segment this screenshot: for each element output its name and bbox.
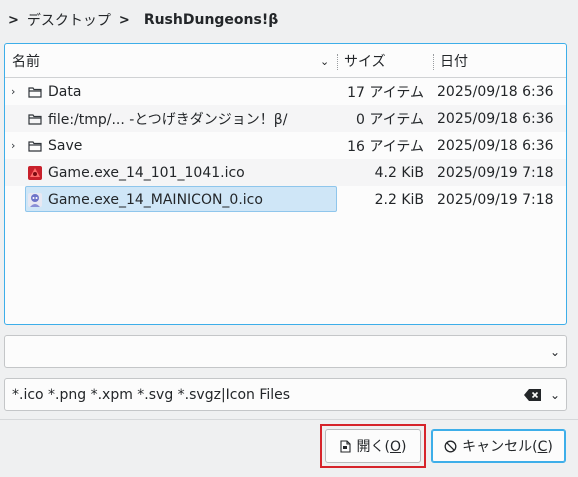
column-divider[interactable]: [433, 54, 434, 70]
breadcrumb-item-desktop[interactable]: デスクトップ: [27, 10, 111, 30]
file-row-save[interactable]: › Save 16 アイテム 2025/09/18 6:36: [5, 132, 566, 159]
column-header-size[interactable]: サイズ: [344, 44, 386, 78]
file-name: Save: [48, 137, 83, 154]
column-header-date[interactable]: 日付: [440, 44, 468, 78]
chevron-down-icon[interactable]: ⌄: [550, 379, 560, 410]
file-row-mainicon[interactable]: Game.exe_14_MAINICON_0.ico 2.2 KiB 2025/…: [5, 186, 566, 213]
file-list-header: 名前 ⌄ サイズ 日付: [5, 44, 566, 78]
breadcrumb-separator-icon: >: [118, 12, 130, 28]
sort-chevron-down-icon[interactable]: ⌄: [320, 44, 329, 78]
document-open-icon: [339, 439, 352, 453]
file-size: 17 アイテム: [347, 84, 424, 101]
file-name: Data: [48, 83, 82, 100]
file-type-filter[interactable]: *.ico *.png *.xpm *.svg *.svgz|Icon File…: [4, 378, 567, 411]
file-date: 2025/09/19 7:18: [437, 164, 554, 181]
file-row-ico-101[interactable]: Game.exe_14_101_1041.ico 4.2 KiB 2025/09…: [5, 159, 566, 186]
open-button[interactable]: 開く(O): [325, 429, 421, 463]
file-size: 2.2 KiB: [374, 191, 424, 208]
red-ico-image-icon: [27, 159, 43, 186]
file-size: 4.2 KiB: [374, 164, 424, 181]
file-date: 2025/09/19 7:18: [437, 191, 554, 208]
divider: [0, 419, 578, 420]
open-button-label: 開く(O): [356, 439, 407, 455]
column-header-name[interactable]: 名前: [12, 44, 40, 78]
file-date: 2025/09/18 6:36: [437, 110, 554, 127]
expand-chevron-icon[interactable]: ›: [11, 132, 15, 159]
column-divider[interactable]: [337, 54, 338, 70]
cancel-button[interactable]: キャンセル(C): [431, 429, 566, 463]
file-list[interactable]: 名前 ⌄ サイズ 日付 › Data 17 アイテム 2025/09/18 6:…: [4, 43, 567, 325]
file-date: 2025/09/18 6:36: [437, 137, 554, 154]
file-name: Game.exe_14_101_1041.ico: [48, 164, 245, 181]
folder-icon: [27, 78, 43, 105]
breadcrumb: > デスクトップ > RushDungeons!β: [0, 0, 578, 40]
folder-icon: [27, 105, 43, 132]
cancel-icon: [444, 440, 457, 453]
filter-input[interactable]: *.ico *.png *.xpm *.svg *.svgz|Icon File…: [12, 379, 290, 410]
chevron-down-icon[interactable]: ⌄: [550, 336, 560, 367]
file-size: 16 アイテム: [347, 138, 424, 155]
file-row-tmp-link[interactable]: file:/tmp/... -とつげきダンジョン！β/ 0 アイテム 2025/…: [5, 105, 566, 132]
expand-chevron-icon[interactable]: ›: [11, 78, 15, 105]
file-row-data[interactable]: › Data 17 アイテム 2025/09/18 6:36: [5, 78, 566, 105]
location-combobox[interactable]: ⌄: [4, 335, 567, 368]
file-date: 2025/09/18 6:36: [437, 83, 554, 100]
file-size: 0 アイテム: [356, 111, 424, 128]
folder-icon: [27, 132, 43, 159]
breadcrumb-expand-icon[interactable]: >: [8, 13, 19, 28]
breadcrumb-item-current[interactable]: RushDungeons!β: [144, 12, 278, 28]
file-name: Game.exe_14_MAINICON_0.ico: [48, 191, 263, 208]
cancel-button-label: キャンセル(C): [462, 439, 553, 455]
file-name: file:/tmp/... -とつげきダンジョン！β/: [48, 111, 288, 128]
character-ico-image-icon: [27, 186, 43, 213]
clear-text-icon[interactable]: [524, 388, 542, 402]
